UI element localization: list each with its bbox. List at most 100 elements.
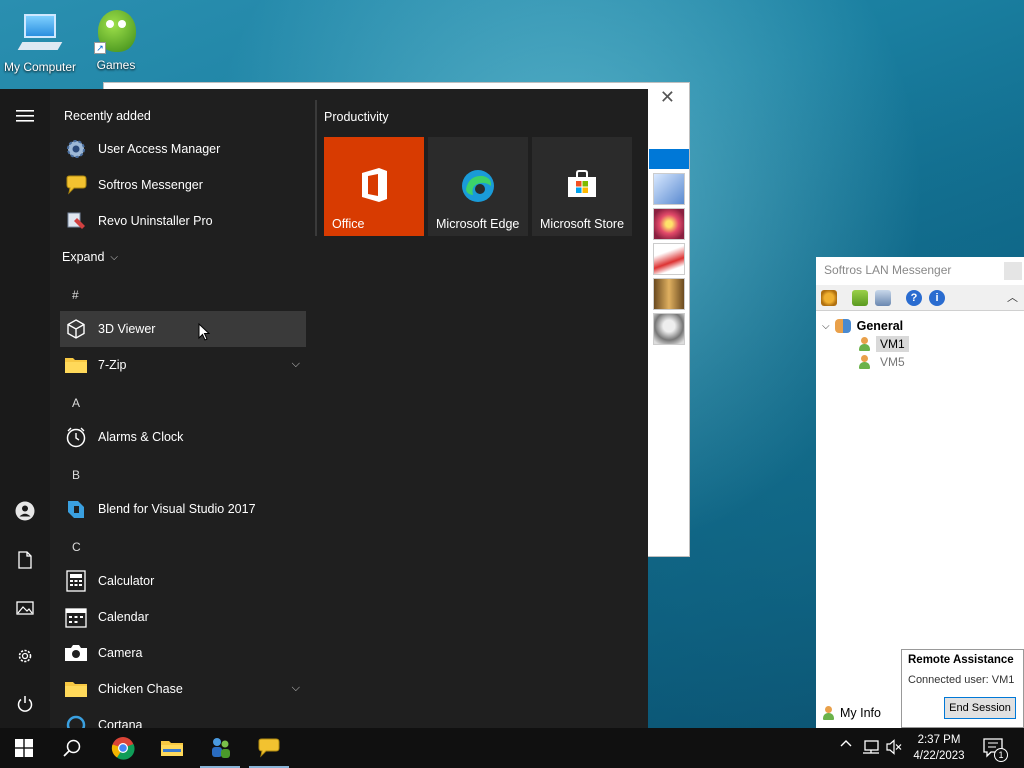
folder-icon: [161, 741, 183, 756]
desktop-icon-games[interactable]: ↗ Games: [76, 8, 156, 72]
chat-bubble-icon: [258, 738, 280, 758]
chrome-icon: [111, 737, 135, 760]
section-letter-c[interactable]: C: [72, 540, 81, 554]
collapse-chevron-icon[interactable]: ︿: [1007, 289, 1018, 305]
thumbnail-image[interactable]: [653, 173, 685, 205]
thumbnail-image[interactable]: [653, 313, 685, 345]
app-label: Chicken Chase: [98, 682, 183, 696]
my-info-label: My Info: [840, 706, 881, 720]
documents-icon[interactable]: [12, 547, 38, 573]
remote-assistance-popup: Remote Assistance Connected user: VM1 En…: [901, 649, 1024, 728]
app-revo-uninstaller[interactable]: Revo Uninstaller Pro: [60, 203, 306, 239]
mouse-cursor-icon: [198, 322, 211, 344]
app-blend-vs-2017[interactable]: Blend for Visual Studio 2017: [60, 491, 306, 527]
uninstaller-icon: [64, 209, 88, 233]
app-chicken-chase-folder[interactable]: Chicken Chase ⌵: [60, 671, 306, 707]
history-icon[interactable]: [875, 290, 891, 306]
app-calendar[interactable]: Calendar: [60, 599, 306, 635]
section-letter-hash[interactable]: #: [72, 288, 79, 302]
tile-label: Office: [332, 217, 365, 231]
network-icon[interactable]: [862, 739, 880, 758]
connected-user-text: Connected user: VM1: [908, 674, 1015, 686]
expand-button[interactable]: Expand ⌵: [60, 239, 306, 275]
taskbar-chrome[interactable]: [99, 728, 147, 768]
app-label: Camera: [98, 646, 143, 660]
folder-icon: [64, 677, 88, 701]
tile-office[interactable]: Office: [324, 137, 424, 236]
app-7zip-folder[interactable]: 7-Zip ⌵: [60, 347, 306, 383]
calendar-icon: [64, 605, 88, 629]
app-camera[interactable]: Camera: [60, 635, 306, 671]
taskbar-file-explorer[interactable]: [148, 728, 196, 768]
contact-vm5[interactable]: VM5: [858, 353, 909, 371]
app-label: Alarms & Clock: [98, 430, 184, 444]
app-label: 7-Zip: [98, 358, 127, 372]
contact-vm1[interactable]: VM1: [858, 335, 909, 353]
expand-toggle-icon[interactable]: ⌵: [822, 321, 830, 332]
hamburger-menu-icon[interactable]: [12, 103, 38, 129]
chevron-down-icon: ⌵: [291, 358, 300, 370]
section-letter-a[interactable]: A: [72, 396, 80, 410]
start-button[interactable]: [0, 728, 48, 768]
chat-bubble-icon: [64, 173, 88, 197]
windows-logo-icon: [15, 739, 33, 757]
app-label: Softros Messenger: [98, 178, 203, 192]
taskbar-softros-messenger[interactable]: [245, 728, 293, 768]
app-label: 3D Viewer: [98, 322, 156, 336]
thumbnail-image[interactable]: [653, 208, 685, 240]
app-list: Recently added User Access Manager Softr…: [50, 89, 312, 728]
system-clock[interactable]: 2:37 PM 4/22/2023: [908, 732, 970, 764]
volume-muted-icon[interactable]: [886, 739, 902, 758]
blend-icon: [64, 497, 88, 521]
alarm-clock-icon: [64, 425, 88, 449]
group-general[interactable]: ⌵ General: [822, 317, 909, 335]
store-bag-icon: [566, 169, 598, 202]
tile-group-title: Productivity: [324, 110, 389, 124]
desktop-icon-my-computer[interactable]: My Computer: [0, 10, 80, 74]
search-button[interactable]: [48, 728, 96, 768]
info-icon[interactable]: i: [929, 290, 945, 306]
office-icon: [359, 167, 389, 206]
edge-icon: [461, 169, 495, 206]
app-label: Calculator: [98, 574, 155, 588]
settings-icon[interactable]: [821, 290, 837, 306]
popup-title: Remote Assistance: [908, 654, 1014, 666]
close-icon[interactable]: ✕: [660, 87, 675, 108]
app-calculator[interactable]: Calculator: [60, 563, 306, 599]
app-user-access-manager[interactable]: User Access Manager: [60, 131, 306, 167]
user-account-icon[interactable]: [12, 498, 38, 524]
expand-label: Expand: [62, 250, 105, 264]
app-alarms-clock[interactable]: Alarms & Clock: [60, 419, 306, 455]
tile-microsoft-edge[interactable]: Microsoft Edge: [428, 137, 528, 236]
tile-label: Microsoft Edge: [436, 217, 520, 231]
pictures-icon[interactable]: [12, 595, 38, 621]
contact-tree: ⌵ General VM1 VM5: [822, 317, 909, 371]
section-letter-b[interactable]: B: [72, 468, 80, 482]
taskbar-remote-assistance[interactable]: [196, 728, 244, 768]
remote-users-icon: [212, 738, 230, 758]
help-icon[interactable]: ?: [906, 290, 922, 306]
end-session-button[interactable]: End Session: [944, 697, 1016, 719]
app-3d-viewer[interactable]: 3D Viewer: [60, 311, 306, 347]
my-info-button[interactable]: My Info: [822, 706, 881, 720]
app-softros-messenger[interactable]: Softros Messenger: [60, 167, 306, 203]
start-menu: Recently added User Access Manager Softr…: [0, 89, 648, 728]
power-icon[interactable]: [12, 691, 38, 717]
folder-share-icon[interactable]: [852, 290, 868, 306]
tile-microsoft-store[interactable]: Microsoft Store: [532, 137, 632, 236]
close-button[interactable]: [1004, 262, 1022, 280]
show-hidden-icons-chevron[interactable]: [840, 738, 852, 753]
messenger-toolbar: ? i ︿: [816, 285, 1024, 311]
thumbnail-image[interactable]: [653, 243, 685, 275]
app-label: Cortana: [98, 718, 143, 728]
cortana-icon: [64, 713, 88, 728]
contact-name: VM5: [880, 355, 905, 369]
user-icon: [858, 337, 870, 351]
app-label: Calendar: [98, 610, 149, 624]
user-icon: [858, 355, 870, 369]
app-cortana[interactable]: Cortana: [60, 707, 306, 728]
thumbnail-image[interactable]: [653, 278, 685, 310]
window-title: Softros LAN Messenger: [824, 263, 952, 277]
settings-gear-icon[interactable]: [12, 643, 38, 669]
recently-added-heading: Recently added: [64, 109, 151, 123]
